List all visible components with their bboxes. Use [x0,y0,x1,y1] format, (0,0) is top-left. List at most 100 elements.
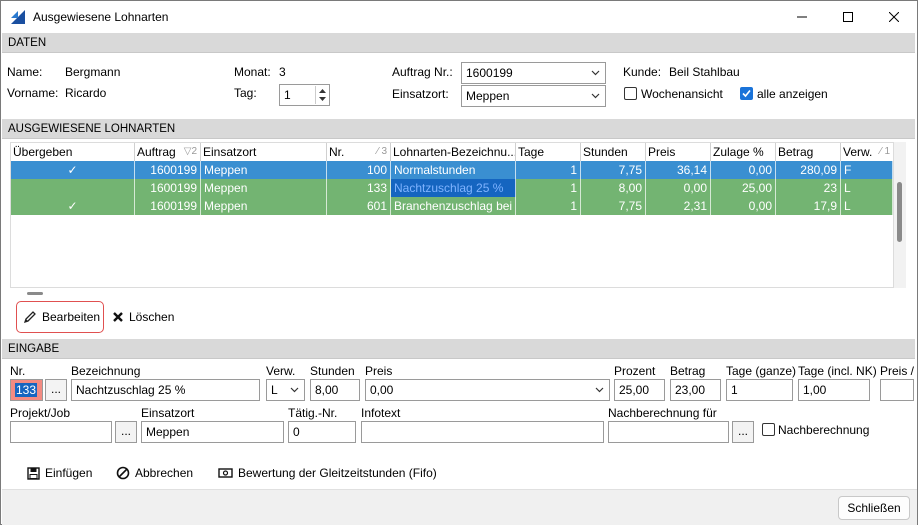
bewertung-button[interactable]: Bewertung der Gleitzeitstunden (Fifo) [214,461,441,485]
col-header-einsatzort[interactable]: Einsatzort [201,143,327,161]
cell-auftrag: 1600199 [135,197,201,215]
minimize-icon [797,16,807,18]
cell-stunden: 7,75 [581,161,646,179]
scrollbar-thumb[interactable] [897,182,902,242]
cell-uebergeben: ✓ [11,161,135,179]
cell-einsatzort: Meppen [201,197,327,215]
cell-auftrag: 1600199 [135,161,201,179]
tage-ganze-label: Tage (ganze) [726,364,797,378]
einsatzort-label: Einsatzort: [392,87,449,101]
infotext-input[interactable] [361,421,604,443]
col-header-nr[interactable]: Nr. ⁄ 3 [327,143,391,161]
grid-header: Übergeben Auftrag ▽2 Einsatzort Nr. ⁄ 3 … [11,143,893,161]
col-header-bezeichnung[interactable]: Lohnarten-Bezeichnu... [391,143,516,161]
maximize-button[interactable] [825,1,871,33]
cell-nr: 133 [327,179,391,197]
nachberechnung-fuer-input[interactable] [608,421,729,443]
preis2-label: Preis / [880,364,915,378]
cell-stunden: 8,00 [581,179,646,197]
col-header-stunden[interactable]: Stunden [581,143,646,161]
tag-value: 1 [284,88,291,102]
chevron-down-icon [591,93,600,99]
preis2-input[interactable] [880,379,914,401]
einsatzort-select[interactable]: Meppen [461,85,606,107]
verw-select[interactable]: L [266,379,305,401]
preis-select[interactable]: 0,00 [365,379,610,401]
stunden-input[interactable]: 8,00 [310,379,360,401]
bezeichnung-input[interactable]: Nachtzuschlag 25 % [71,379,260,401]
cell-verw: F [841,161,893,179]
auftrag-select[interactable]: 1600199 [461,62,606,84]
auftrag-value: 1600199 [466,66,513,80]
col-header-auftrag[interactable]: Auftrag ▽2 [135,143,201,161]
cell-verw: L [841,179,893,197]
betrag-input[interactable]: 23,00 [670,379,721,401]
cell-preis: 2,31 [646,197,711,215]
tage-ganze-input[interactable]: 1 [726,379,793,401]
alle-anzeigen-checkbox[interactable] [740,87,753,100]
close-window-button[interactable] [871,1,917,33]
spin-arrows-icon [319,89,326,101]
grid-vertical-scrollbar[interactable] [894,142,906,288]
maximize-icon [843,12,853,22]
table-row[interactable]: ✓ 1600199 Meppen 100 Normalstunden 1 7,7… [11,161,893,179]
projekt-lookup-button[interactable]: ... [115,421,137,443]
col-header-tage[interactable]: Tage [516,143,581,161]
kunde-value: Beil Stahlbau [669,65,740,79]
cell-uebergeben [11,179,135,197]
cancel-icon [116,466,130,480]
cell-tage: 1 [516,179,581,197]
bearbeiten-button[interactable]: Bearbeiten [19,305,104,329]
nachberechnung-checkbox[interactable] [762,423,775,436]
vorname-label: Vorname: [7,86,59,100]
table-row[interactable]: ✓ 1600199 Meppen 601 Branchenzuschlag be… [11,197,893,215]
col-header-betrag[interactable]: Betrag [776,143,841,161]
taetig-input[interactable]: 0 [288,421,356,443]
col-header-verw-label: Verw. [843,145,873,159]
cell-bezeichnung: Normalstunden [391,161,516,179]
tage-nk-input[interactable]: 1,00 [798,379,870,401]
cell-bezeichnung: Branchenzuschlag bei V [391,197,516,215]
loeschen-button[interactable]: Löschen [108,305,178,329]
eingabe-section-header: EINGABE [2,339,915,359]
tag-spin-buttons[interactable] [315,86,328,104]
projekt-input[interactable] [10,421,112,443]
bewertung-label: Bewertung der Gleitzeitstunden (Fifo) [238,466,437,480]
einfuegen-button[interactable]: Einfügen [23,461,96,485]
col-header-uebergeben[interactable]: Übergeben [11,143,135,161]
nr-lookup-button[interactable]: ... [45,379,67,401]
sort-asc-icon: ⁄ 3 [376,146,387,157]
minimize-button[interactable] [779,1,825,33]
pencil-icon [23,311,36,324]
window-title: Ausgewiesene Lohnarten [33,10,169,24]
cell-zulage: 0,00 [711,197,776,215]
nr-input[interactable]: 133 [10,379,43,401]
close-icon [889,12,899,22]
col-header-verw[interactable]: Verw. ⁄ 1 [841,143,893,161]
preis-label: Preis [365,364,393,378]
grid-horizontal-scrollbar-thumb[interactable] [27,292,43,295]
table-row[interactable]: 1600199 Meppen 133 Nachtzuschlag 25 % 1 … [11,179,893,197]
chevron-down-icon [595,387,604,393]
wochenansicht-checkbox[interactable] [624,87,637,100]
daten-section-header: DATEN [2,33,915,53]
col-header-preis[interactable]: Preis [646,143,711,161]
prozent-input[interactable]: 25,00 [614,379,665,401]
einsatzort-input[interactable]: Meppen [141,421,284,443]
col-header-zulage[interactable]: Zulage % [711,143,776,161]
alle-anzeigen-label: alle anzeigen [757,87,828,101]
nachberechnung-lookup-button[interactable]: ... [732,421,754,443]
taetig-label: Tätig.-Nr. [288,406,338,420]
schliessen-button[interactable]: Schließen [838,496,910,520]
col-header-auftrag-label: Auftrag [137,145,176,159]
tag-spinner[interactable]: 1 [279,84,330,106]
lohnarten-grid[interactable]: Übergeben Auftrag ▽2 Einsatzort Nr. ⁄ 3 … [10,142,894,288]
wochenansicht-label: Wochenansicht [641,87,723,101]
nachberechnung-label: Nachberechnung [778,423,870,437]
cell-zulage: 25,00 [711,179,776,197]
title-bar: Ausgewiesene Lohnarten [1,1,917,33]
money-icon [218,468,233,478]
monat-label: Monat: [234,65,271,79]
abbrechen-button[interactable]: Abbrechen [112,461,197,485]
cell-preis: 36,14 [646,161,711,179]
